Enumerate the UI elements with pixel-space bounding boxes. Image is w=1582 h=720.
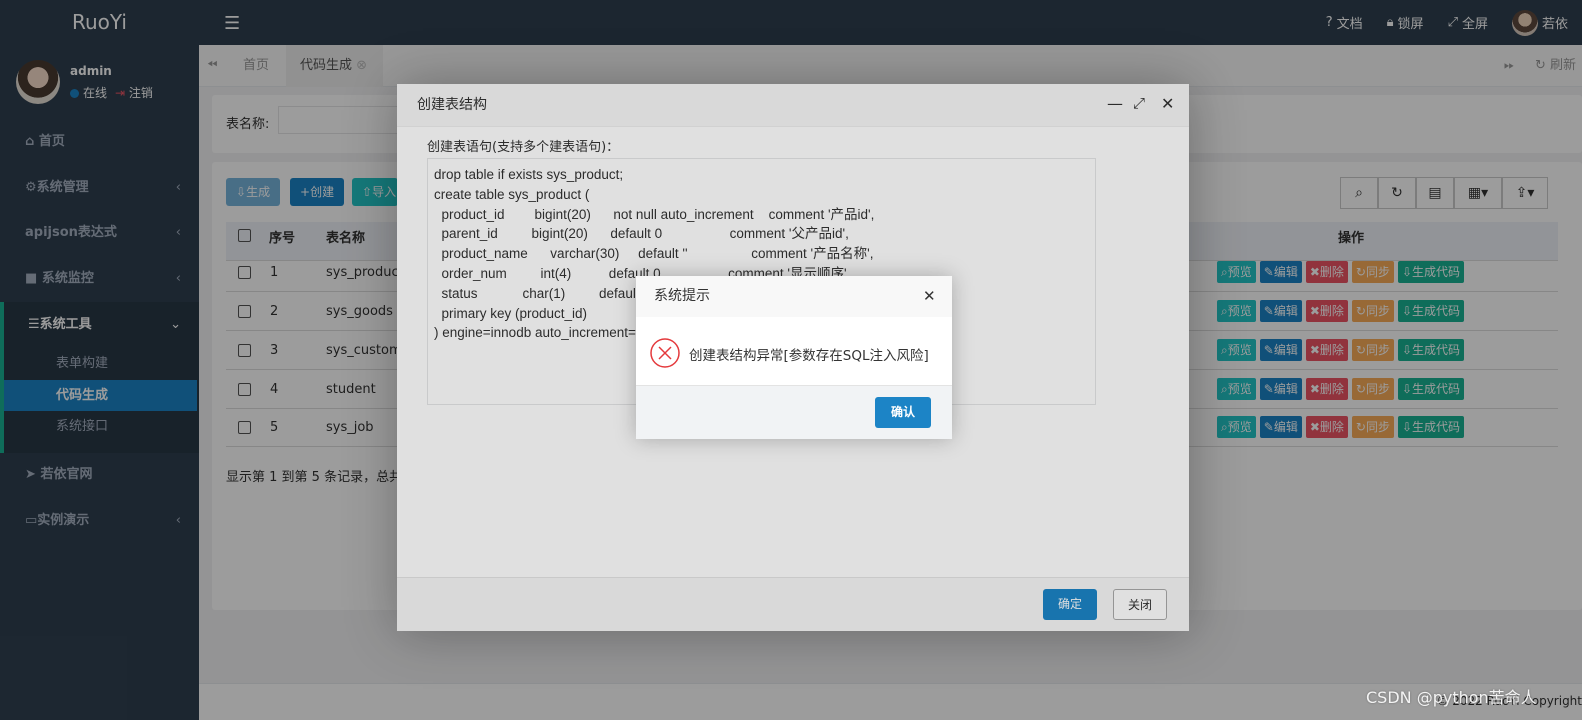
close-icon[interactable]: ✕ [923,287,936,305]
watermark: CSDN @python苦命人 [1366,688,1537,707]
dialog-title: 系统提示 [636,276,952,317]
dialog-message: 创建表结构异常[参数存在SQL注入风险] [689,348,929,364]
dialog-footer: 确认 [636,385,952,439]
system-alert-dialog: 系统提示 ✕ 创建表结构异常[参数存在SQL注入风险] 确认 [636,276,952,439]
ok-button[interactable]: 确认 [875,397,932,428]
error-icon [650,338,680,368]
